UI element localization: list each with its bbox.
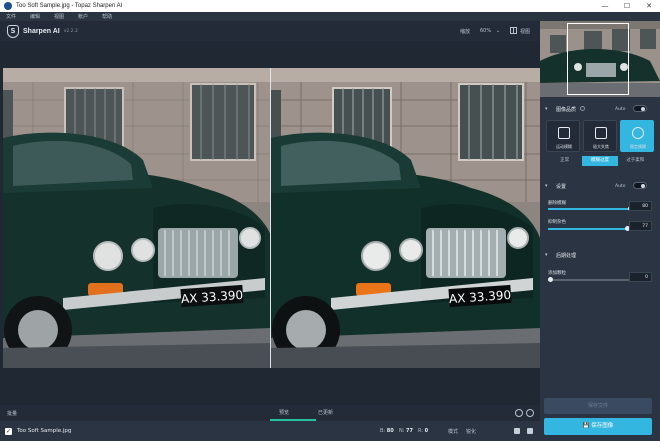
sharpen-logo-icon: S xyxy=(7,24,19,38)
car-photo-right: AX 33.390 xyxy=(271,68,540,368)
param-n: N: 77 xyxy=(399,428,413,434)
title-bar: Too Soft Sample.jpg - Topaz Sharpen AI —… xyxy=(0,0,660,12)
mode-stabilize-button[interactable]: 稳定模糊 xyxy=(620,120,654,152)
slider-fill xyxy=(548,208,630,210)
maximize-button[interactable]: ☐ xyxy=(616,0,638,12)
trash-icon[interactable] xyxy=(527,428,533,434)
chevron-down-icon[interactable]: ▾ xyxy=(545,183,548,189)
menu-edit[interactable]: 编辑 xyxy=(30,13,40,20)
param-b: B: 80 xyxy=(380,428,394,434)
auto-toggle-quality[interactable] xyxy=(633,105,647,112)
tab-original[interactable]: 已更新 xyxy=(318,409,333,416)
remove-blur-value[interactable]: 80 xyxy=(629,201,652,211)
file-list-row[interactable]: ✓ Too Soft Sample.jpg B: 80 N: 77 R: 0 模… xyxy=(0,421,540,441)
segment-too-blurry[interactable]: 模糊过度 xyxy=(582,156,618,166)
mode-label: 模式 xyxy=(448,429,459,435)
menu-view[interactable]: 视图 xyxy=(54,13,64,20)
drop-icon xyxy=(632,127,644,139)
auto-label: Auto xyxy=(615,107,626,112)
section-post-processing-title: 后期处理 xyxy=(556,253,577,259)
mode-out-of-focus-button[interactable]: 极大失焦 xyxy=(583,120,617,152)
view-button[interactable]: 视图 xyxy=(520,28,530,35)
window-title: Too Soft Sample.jpg - Topaz Sharpen AI xyxy=(16,3,123,9)
suppress-noise-value[interactable]: 77 xyxy=(629,221,652,231)
canvas-area: AX 33.390 AX 33.390 xyxy=(0,41,540,405)
tab-preview[interactable]: 预览 xyxy=(279,409,289,416)
section-settings-title: 设置 xyxy=(556,184,567,190)
menu-help[interactable]: 帮助 xyxy=(102,13,112,20)
right-panel: ▾ 图像品质 Auto 运动模糊 极大失焦 稳定模糊 正常 模糊过度 过于柔和 … xyxy=(540,21,660,441)
slider-handle[interactable] xyxy=(548,277,553,282)
compare-icon[interactable] xyxy=(515,409,523,417)
preview-image-left[interactable]: AX 33.390 xyxy=(3,68,272,368)
car-photo-left: AX 33.390 xyxy=(3,68,272,368)
chevron-down-icon[interactable]: ▾ xyxy=(545,106,548,112)
app-window: Too Soft Sample.jpg - Topaz Sharpen AI —… xyxy=(0,0,660,441)
navigator-viewport[interactable] xyxy=(567,23,629,95)
remove-blur-label: 删除模糊 xyxy=(548,201,566,206)
add-grain-label: 添加颗粒 xyxy=(548,271,566,276)
mode-label: 稳定模糊 xyxy=(630,144,646,149)
menu-account[interactable]: 帐户 xyxy=(78,13,88,20)
menu-file[interactable]: 文件 xyxy=(6,13,16,20)
segment-too-soft[interactable]: 过于柔和 xyxy=(618,156,653,166)
window-controls: — ☐ ✕ xyxy=(594,0,660,12)
minimize-button[interactable]: — xyxy=(594,0,616,12)
param-r: R: 0 xyxy=(418,428,429,434)
preview-icon[interactable] xyxy=(514,428,520,434)
auto-label: Auto xyxy=(615,184,626,189)
mode-motion-blur-button[interactable]: 运动模糊 xyxy=(546,120,580,152)
app-icon xyxy=(4,2,12,10)
segment-normal[interactable]: 正常 xyxy=(547,156,582,166)
mode-value: 锐化 xyxy=(466,429,477,435)
auto-toggle-settings[interactable] xyxy=(633,182,647,189)
file-checkbox[interactable]: ✓ xyxy=(5,427,12,435)
help-icon[interactable] xyxy=(580,106,585,111)
zoom-label: 缩放 xyxy=(460,29,471,35)
close-button[interactable]: ✕ xyxy=(638,0,660,12)
settings-circle-icon[interactable] xyxy=(526,409,534,417)
mode-label: 运动模糊 xyxy=(556,144,572,149)
save-image-button[interactable]: 💾 保存图像 xyxy=(544,418,652,435)
camera-shake-icon xyxy=(558,127,570,139)
chevron-down-icon[interactable]: ⌄ xyxy=(496,28,500,34)
save-file-button[interactable]: 保存文件 xyxy=(544,398,652,414)
add-grain-value[interactable]: 0 xyxy=(629,272,652,282)
preview-image-right[interactable]: AX 33.390 xyxy=(271,68,540,368)
zoom-dropdown[interactable]: 60% xyxy=(480,28,491,34)
chevron-down-icon[interactable]: ▾ xyxy=(545,252,548,258)
app-version: v2.2.2 xyxy=(63,28,78,34)
menu-bar: 文件 编辑 视图 帐户 帮助 xyxy=(0,12,660,21)
file-name: Too Soft Sample.jpg xyxy=(17,428,72,434)
section-image-quality-title: 图像品质 xyxy=(556,107,577,113)
focus-frame-icon xyxy=(595,127,607,139)
suppress-noise-label: 抑制杂色 xyxy=(548,220,566,225)
save-image-label: 保存图像 xyxy=(591,423,614,429)
batch-label[interactable]: 批量 xyxy=(7,410,17,417)
slider-fill xyxy=(548,228,627,230)
split-view-icon[interactable] xyxy=(510,27,517,34)
blur-level-segmented: 正常 模糊过度 过于柔和 xyxy=(547,156,653,166)
mode-label: 极大失焦 xyxy=(593,144,609,149)
app-header: S Sharpen AI v2.2.2 缩放 60% ⌄ 视图 xyxy=(0,21,540,41)
preview-bar: 批量 预览 已更新 xyxy=(0,405,540,421)
save-icon: 💾 xyxy=(582,423,590,429)
app-name: Sharpen AI xyxy=(23,27,60,35)
navigator-thumbnail[interactable] xyxy=(540,21,660,97)
